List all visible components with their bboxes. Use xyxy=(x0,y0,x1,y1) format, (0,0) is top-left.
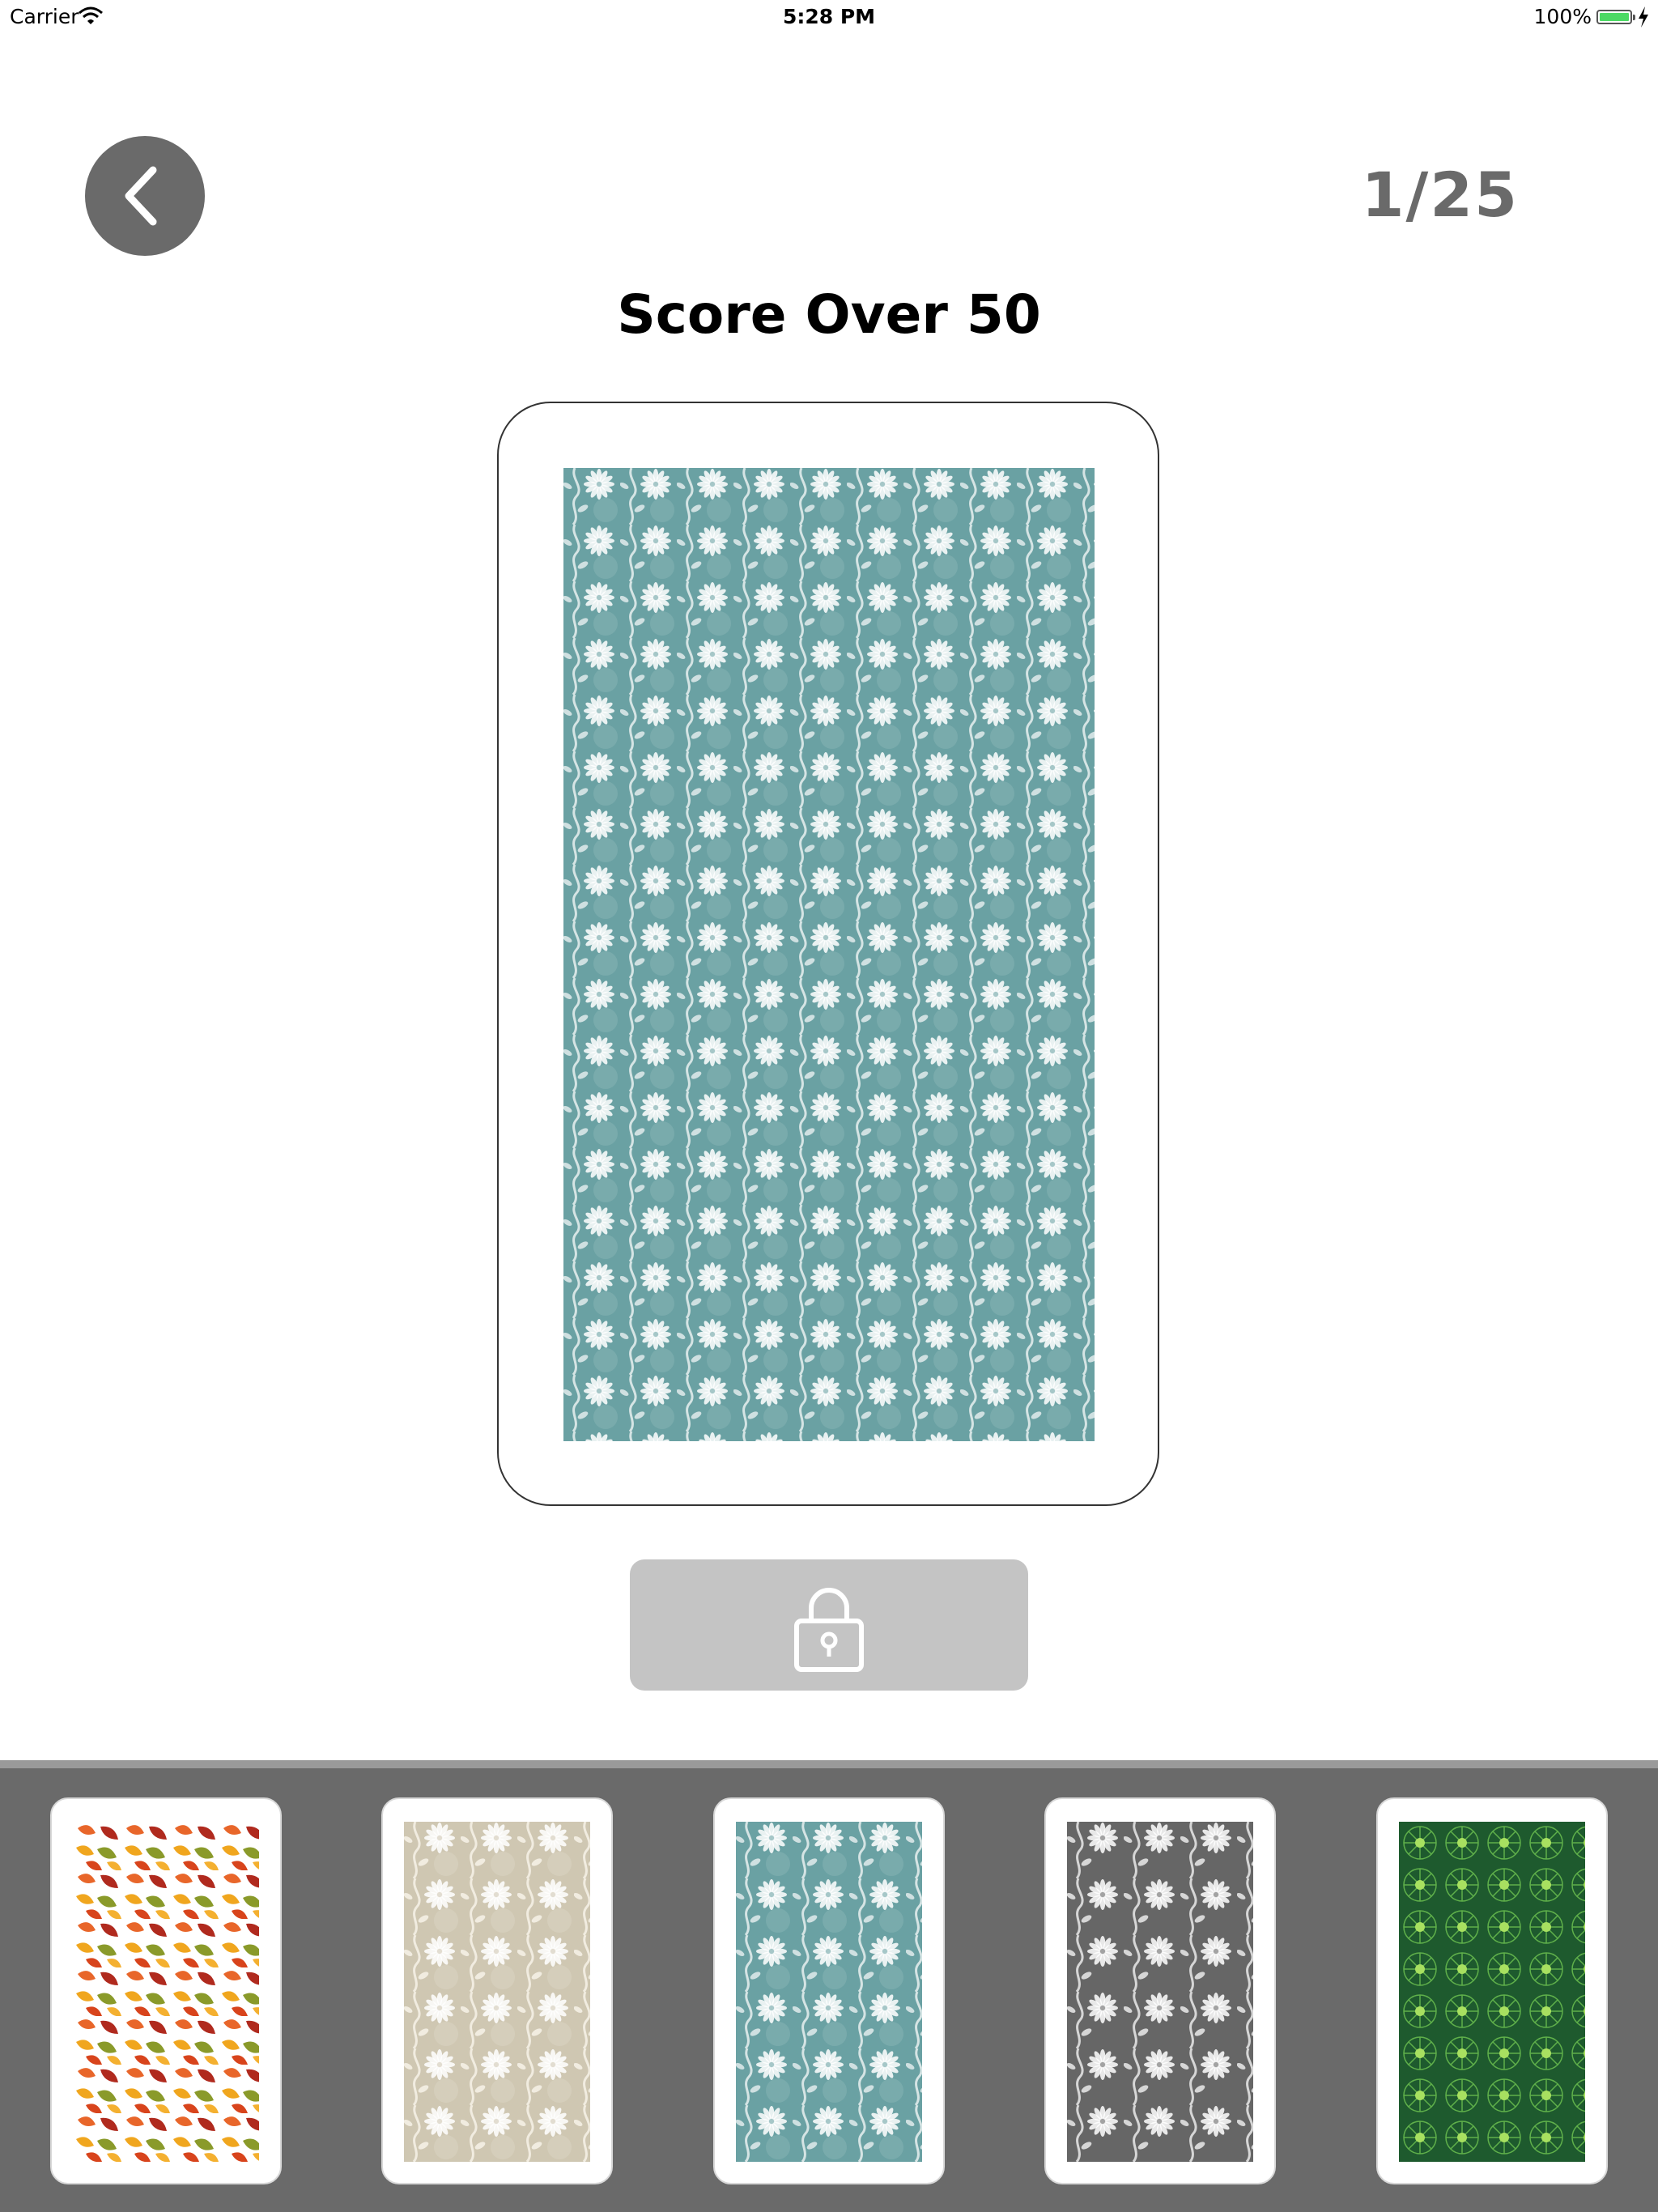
thumbnail-green-pinwheel[interactable] xyxy=(1376,1797,1608,2184)
card-back-pattern-gray-daisy xyxy=(1067,1822,1253,2162)
charging-bolt-icon xyxy=(1639,6,1648,28)
battery-icon xyxy=(1596,10,1635,24)
battery-percent: 100% xyxy=(1533,5,1592,28)
thumbnail-autumn-leaves[interactable] xyxy=(50,1797,282,2184)
strip-divider xyxy=(0,1760,1658,1768)
back-button[interactable] xyxy=(85,136,205,256)
status-bar: Carrier 5:28 PM 100% xyxy=(0,0,1658,34)
card-back-pattern-green-pinwheel xyxy=(1399,1822,1585,2162)
page-title: Score Over 50 xyxy=(617,283,1041,346)
selected-card-preview xyxy=(497,402,1159,1506)
lock-icon xyxy=(794,1588,864,1672)
chevron-left-icon xyxy=(125,166,157,226)
thumbnail-gray-daisy[interactable] xyxy=(1044,1797,1276,2184)
unlock-button[interactable] xyxy=(630,1559,1028,1691)
status-time: 5:28 PM xyxy=(782,5,876,28)
page-counter: 1/25 xyxy=(1361,159,1519,231)
card-back-pattern-teal-daisy xyxy=(563,468,1095,1441)
card-back-pattern-leaves xyxy=(73,1822,259,2162)
card-back-pattern-beige-daisy xyxy=(404,1822,590,2162)
thumbnail-teal-daisy[interactable] xyxy=(713,1797,945,2184)
thumbnail-beige-daisy[interactable] xyxy=(381,1797,613,2184)
card-back-pattern-teal-daisy xyxy=(736,1822,922,2162)
